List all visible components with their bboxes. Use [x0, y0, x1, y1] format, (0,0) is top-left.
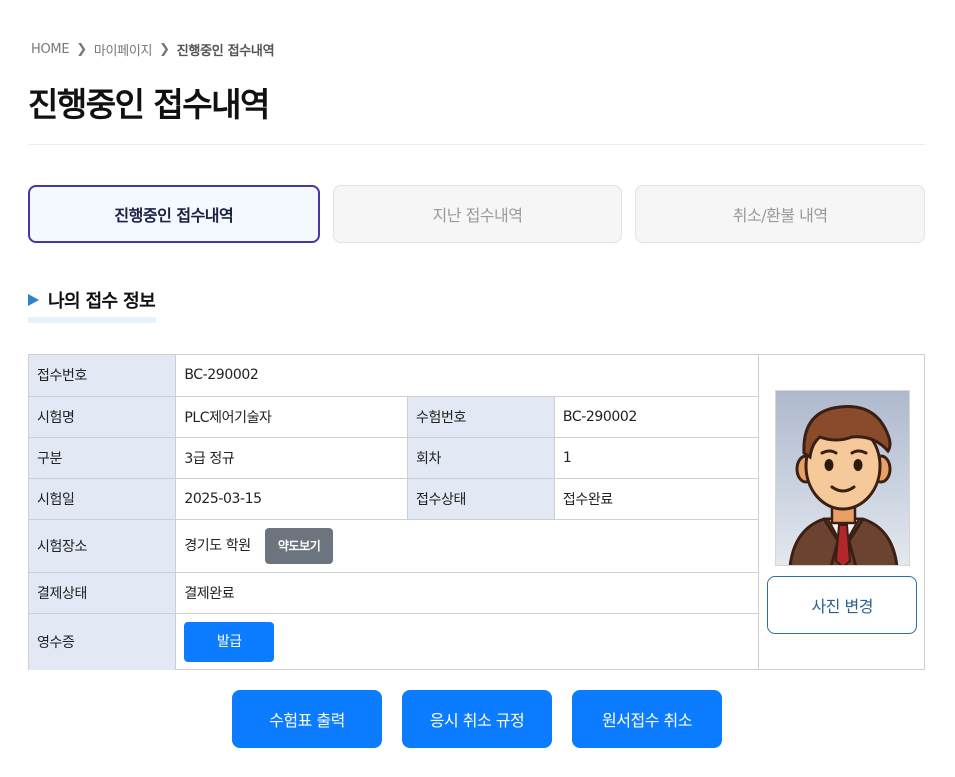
cancel-application-button[interactable]: 원서접수 취소	[572, 690, 722, 748]
breadcrumb-mypage[interactable]: 마이페이지	[94, 40, 153, 59]
breadcrumb-current: 진행중인 접수내역	[176, 44, 275, 59]
map-button[interactable]: 약도보기	[264, 527, 334, 564]
payment-value: 결제완료	[175, 572, 759, 614]
receipt-label: 영수증	[29, 613, 177, 670]
exam-date-value: 2025-03-15	[175, 478, 409, 520]
change-photo-button[interactable]: 사진 변경	[767, 576, 918, 634]
table-row: 시험일 2025-03-15 접수상태 접수완료	[29, 478, 759, 520]
page-title: 진행중인 접수내역	[28, 85, 270, 124]
section-underline	[28, 317, 156, 323]
print-ticket-button[interactable]: 수험표 출력	[232, 690, 382, 748]
status-value: 접수완료	[554, 478, 759, 520]
venue-cell: 경기도 학원 약도보기	[175, 519, 759, 573]
status-label: 접수상태	[407, 478, 555, 520]
section-title-text: 나의 접수 정보	[48, 291, 156, 312]
division-label: 구분	[29, 437, 177, 479]
issue-receipt-button[interactable]: 발급	[184, 621, 275, 662]
breadcrumb-home[interactable]: HOME	[31, 42, 70, 57]
photo-column: 사진 변경	[758, 355, 924, 669]
table-row: 시험장소 경기도 학원 약도보기	[29, 519, 759, 573]
venue-value: 경기도 학원	[184, 537, 251, 554]
table-row: 영수증 발급	[29, 613, 758, 670]
division-value: 3급 정규	[175, 437, 409, 479]
application-info: 접수번호 BC-290002 시험명 PLC제어기술자 수험번호 BC-2900…	[28, 354, 925, 670]
exam-name-value: PLC제어기술자	[175, 396, 409, 438]
chevron-right-icon: ❯	[159, 42, 170, 57]
chevron-right-icon: ❯	[76, 42, 87, 57]
exam-no-value: BC-290002	[554, 396, 759, 438]
triangle-right-icon	[28, 294, 39, 306]
applicant-photo	[775, 390, 911, 566]
tab-past[interactable]: 지난 접수내역	[332, 185, 623, 243]
breadcrumb: HOME ❯ 마이페이지 ❯ 진행중인 접수내역	[31, 40, 275, 59]
receipt-no-label: 접수번호	[29, 355, 177, 397]
round-value: 1	[554, 437, 759, 479]
round-label: 회차	[407, 437, 555, 479]
avatar-icon	[788, 405, 899, 565]
info-table: 접수번호 BC-290002 시험명 PLC제어기술자 수험번호 BC-2900…	[29, 355, 759, 670]
cancel-policy-button[interactable]: 응시 취소 규정	[402, 690, 552, 748]
receipt-cell: 발급	[176, 613, 758, 670]
receipt-no-value: BC-290002	[175, 355, 759, 397]
exam-date-label: 시험일	[29, 478, 177, 520]
tab-ongoing[interactable]: 진행중인 접수내역	[28, 185, 320, 243]
tab-bar: 진행중인 접수내역 지난 접수내역 취소/환불 내역	[28, 185, 926, 243]
action-bar: 수험표 출력 응시 취소 규정 원서접수 취소	[232, 690, 722, 748]
table-row: 시험명 PLC제어기술자 수험번호 BC-290002	[29, 396, 759, 438]
table-row: 접수번호 BC-290002	[29, 355, 759, 397]
exam-no-label: 수험번호	[407, 396, 555, 438]
table-row: 구분 3급 정규 회차 1	[29, 437, 759, 479]
tab-cancel-refund[interactable]: 취소/환불 내역	[635, 185, 926, 243]
payment-label: 결제상태	[29, 572, 177, 614]
section-title: 나의 접수 정보	[28, 287, 156, 313]
title-divider	[28, 144, 925, 145]
exam-name-label: 시험명	[29, 396, 177, 438]
table-row: 결제상태 결제완료	[29, 572, 759, 614]
venue-label: 시험장소	[29, 519, 177, 573]
